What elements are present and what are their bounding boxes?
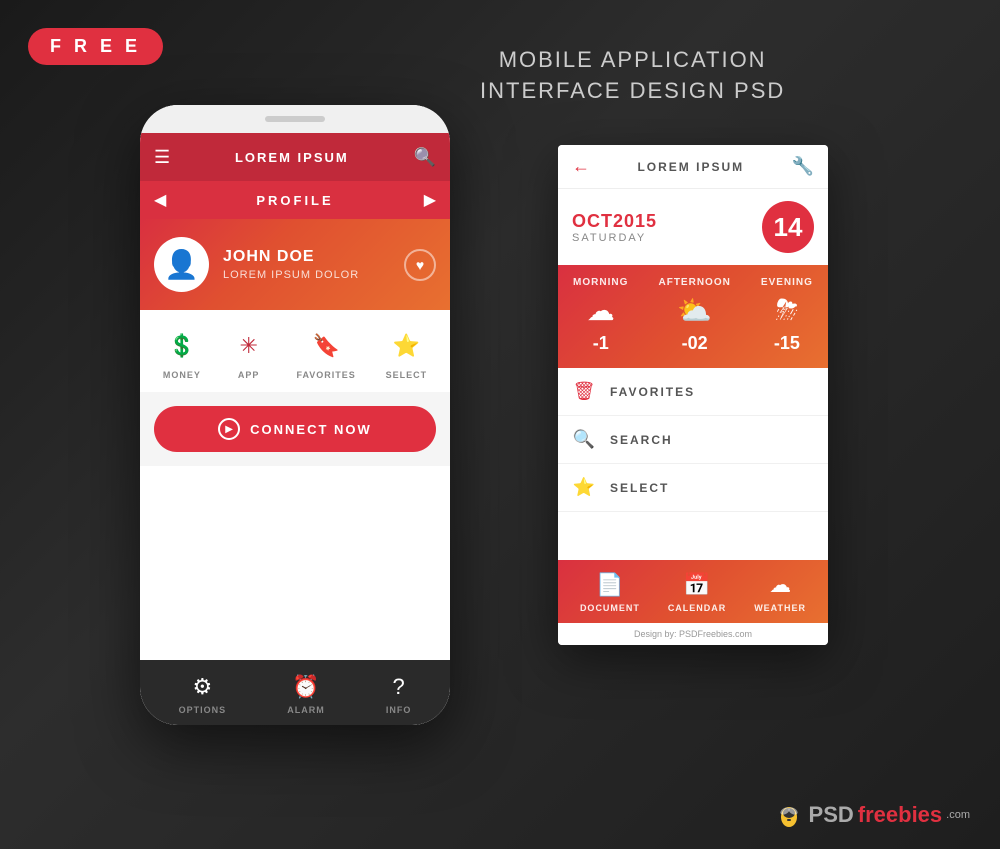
gear-icon: ⚙ [192,674,212,700]
app-nav-document[interactable]: 📄 DOCUMENT [580,572,640,613]
app-header-title: LOREM IPSUM [637,160,744,174]
heart-button[interactable]: ♥ [404,249,436,281]
search-icon[interactable]: 🔍 [414,147,436,168]
connect-button-label: CONNECT NOW [250,422,372,437]
weather-afternoon-temp: -02 [682,333,708,354]
nav-item-info[interactable]: ? INFO [386,674,412,715]
cloud-morning-icon: ☁ [587,294,615,327]
free-badge: F R E E [28,28,163,65]
info-icon: ? [393,674,405,700]
profile-nav-title: PROFILE [256,193,333,208]
money-icon: 💲 [164,328,200,364]
star-icon: ⭐ [388,328,424,364]
nav-item-alarm[interactable]: ⏰ ALARM [287,674,325,715]
app-screen: ← LOREM IPSUM 🔧 OCT2015 SATURDAY 14 MORN… [558,145,828,645]
menu-item-favorites[interactable]: 🔖 FAVORITES [296,328,355,380]
phone-header-title: LOREM IPSUM [235,150,349,165]
weather-morning-temp: -1 [593,333,609,354]
phone-speaker [265,116,325,122]
nav-label-alarm: ALARM [287,705,325,715]
connect-button[interactable]: ▶ CONNECT NOW [154,406,436,452]
menu-label-money: MONEY [163,370,201,380]
profile-name: JOHN DOE [223,248,390,266]
date-section: OCT2015 SATURDAY 14 [558,189,828,265]
list-label-select: SELECT [610,481,669,495]
menu-grid: 💲 MONEY ✳ APP 🔖 FAVORITES ⭐ SELECT [140,310,450,392]
phone-bottom-nav: ⚙ OPTIONS ⏰ ALARM ? INFO [140,660,450,725]
date-circle: 14 [762,201,814,253]
bookmark-icon: 🔖 [308,328,344,364]
phone-notch [140,105,450,133]
nav-item-options[interactable]: ⚙ OPTIONS [179,674,227,715]
alarm-icon: ⏰ [292,674,319,700]
nav-label-options: OPTIONS [179,705,227,715]
date-month-year: OCT2015 [572,211,657,232]
weather-nav-icon: ☁ [769,572,791,598]
list-label-search: SEARCH [610,433,673,447]
weather-morning: MORNING ☁ -1 [573,277,628,354]
share-icon[interactable]: ← [572,156,590,177]
search-list-icon: 🔍 [572,429,596,450]
document-icon: 📄 [596,572,623,598]
design-by: Design by: PSDFreebies.com [558,623,828,645]
phone-mockup: ☰ LOREM IPSUM 🔍 ◀ PROFILE ▶ 👤 JOHN DOE L… [140,105,450,725]
phone-header: ☰ LOREM IPSUM 🔍 [140,133,450,181]
profile-info: JOHN DOE LOREM IPSUM DOLOR [223,248,390,281]
weather-evening: EVENING ⛈ -15 [761,277,813,354]
user-icon: 👤 [164,248,199,281]
weather-evening-temp: -15 [774,333,800,354]
page-title: MOBILE APPLICATION INTERFACE DESIGN PSD [480,45,785,107]
menu-list: 🗑 FAVORITES 🔍 SEARCH ⭐ SELECT [558,368,828,560]
star-list-icon: ⭐ [572,477,596,498]
menu-label-favorites: FAVORITES [296,370,355,380]
wrench-icon[interactable]: 🔧 [792,156,814,177]
connect-section: ▶ CONNECT NOW [140,392,450,466]
hamburger-icon[interactable]: ☰ [154,147,170,168]
list-item-search[interactable]: 🔍 SEARCH [558,416,828,464]
menu-label-select: SELECT [386,370,428,380]
menu-item-select[interactable]: ⭐ SELECT [386,328,428,380]
app-nav-weather-label: WEATHER [754,603,806,613]
branding: PSD freebies .com [773,799,970,831]
list-item-favorites[interactable]: 🗑 FAVORITES [558,368,828,416]
cloud-afternoon-icon: ⛅ [677,294,712,327]
app-nav-weather[interactable]: ☁ WEATHER [754,572,806,613]
menu-item-money[interactable]: 💲 MONEY [163,328,201,380]
menu-item-app[interactable]: ✳ APP [231,328,267,380]
prev-arrow-icon[interactable]: ◀ [154,190,166,210]
app-bottom-nav: 📄 DOCUMENT 📅 CALENDAR ☁ WEATHER [558,560,828,623]
list-label-favorites: FAVORITES [610,385,695,399]
calendar-icon: 📅 [683,572,710,598]
weather-evening-label: EVENING [761,277,813,288]
date-info: OCT2015 SATURDAY [572,211,657,244]
weather-afternoon: AFTERNOON ⛅ -02 [658,277,730,354]
nav-label-info: INFO [386,705,412,715]
phone-screen: ☰ LOREM IPSUM 🔍 ◀ PROFILE ▶ 👤 JOHN DOE L… [140,133,450,725]
play-icon: ▶ [218,418,240,440]
weather-morning-label: MORNING [573,277,628,288]
weather-afternoon-label: AFTERNOON [658,277,730,288]
date-day-name: SATURDAY [572,232,657,244]
app-nav-document-label: DOCUMENT [580,603,640,613]
menu-label-app: APP [238,370,260,380]
app-nav-calendar-label: CALENDAR [668,603,727,613]
profile-subtitle: LOREM IPSUM DOLOR [223,269,390,281]
trash-icon: 🗑 [572,381,596,402]
brand-freebies: freebies [858,802,942,828]
cloud-evening-icon: ⛈ [776,294,798,327]
app-nav-calendar[interactable]: 📅 CALENDAR [668,572,727,613]
app-header: ← LOREM IPSUM 🔧 [558,145,828,189]
profile-section: 👤 JOHN DOE LOREM IPSUM DOLOR ♥ [140,219,450,310]
app-icon: ✳ [231,328,267,364]
next-arrow-icon[interactable]: ▶ [424,190,436,210]
bee-icon [773,799,805,831]
brand-com: .com [946,809,970,821]
avatar: 👤 [154,237,209,292]
profile-nav: ◀ PROFILE ▶ [140,181,450,219]
weather-section: MORNING ☁ -1 AFTERNOON ⛅ -02 EVENING ⛈ -… [558,265,828,368]
brand-psd: PSD [809,802,854,828]
list-item-select[interactable]: ⭐ SELECT [558,464,828,512]
